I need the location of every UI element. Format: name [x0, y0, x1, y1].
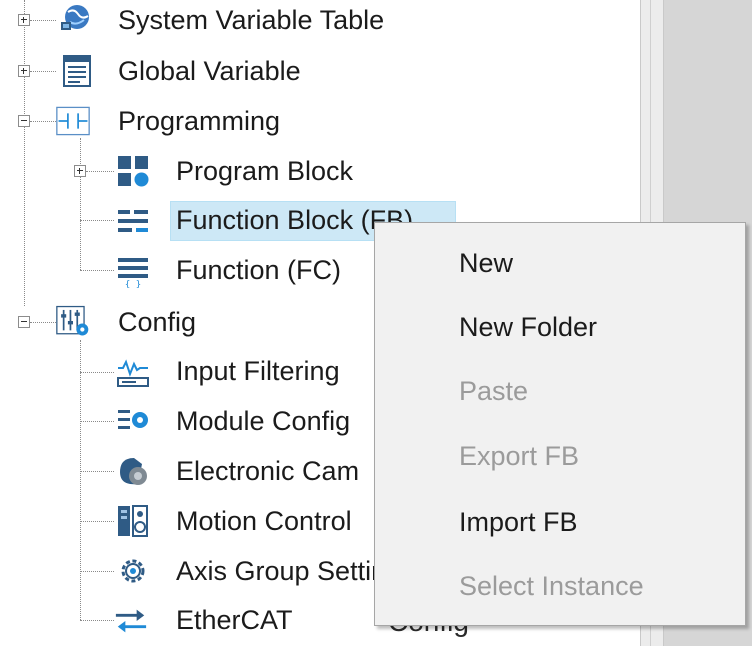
tree-item-label: Config [118, 307, 197, 337]
menu-item-select-instance: Select Instance [459, 571, 644, 601]
tree-item-label: Input Filtering [176, 356, 340, 386]
tree-line [30, 71, 56, 72]
svg-text:{ }: { } [125, 280, 141, 288]
context-menu: New New Folder Paste Export FB Import FB… [374, 222, 746, 626]
tree-line [86, 171, 114, 172]
tree-line [24, 0, 25, 306]
tree-item-label: Programming [118, 106, 281, 136]
tree-item-label: Axis Group Setting [176, 556, 402, 586]
tree-line [30, 322, 56, 323]
tree-line [80, 340, 81, 620]
motion-control-icon [118, 505, 148, 537]
tree-line [80, 138, 81, 270]
axis-group-gear-icon [121, 559, 145, 583]
menu-item-new[interactable]: New [459, 245, 513, 281]
config-sliders-icon [56, 305, 89, 336]
menu-item-new-folder[interactable]: New Folder [459, 309, 597, 345]
tree-item-label: Module Config [176, 406, 351, 436]
tree-line [80, 620, 114, 621]
ladder-contact-icon [56, 106, 90, 136]
expand-toggle[interactable] [18, 14, 30, 26]
tree-item-label: Function (FC) [176, 255, 342, 285]
electronic-cam-icon [120, 458, 147, 485]
expand-toggle[interactable] [18, 65, 30, 77]
tree-line [30, 121, 56, 122]
tree-item-label: Electronic Cam [176, 456, 360, 486]
globe-network-icon [61, 5, 89, 30]
tree-item-label: Motion Control [176, 506, 352, 536]
tree-item-label: Global Variable [118, 56, 301, 86]
program-block-icon [118, 156, 149, 187]
tree-item-label: System Variable Table [118, 5, 385, 35]
variable-table-icon [63, 55, 91, 87]
menu-item-import-fb[interactable]: Import FB [459, 504, 578, 540]
tree-line [80, 521, 114, 522]
module-config-icon [118, 410, 148, 429]
function-block-icon [118, 210, 148, 232]
tree-line [80, 471, 114, 472]
tree-item-label: Program Block [176, 156, 354, 186]
tree-line [80, 220, 114, 221]
expand-toggle[interactable] [74, 165, 86, 177]
input-filter-icon [117, 359, 149, 387]
ethercat-arrows-icon [115, 609, 147, 633]
tree-line [80, 571, 114, 572]
tree-line [80, 421, 114, 422]
tree-line [80, 372, 114, 373]
collapse-toggle[interactable] [18, 115, 30, 127]
tree-line [80, 270, 114, 271]
tree-item-label: EtherCAT [176, 605, 293, 635]
menu-item-export-fb: Export FB [459, 441, 580, 471]
menu-item-paste: Paste [459, 376, 529, 406]
collapse-toggle[interactable] [18, 316, 30, 328]
tree-line [30, 20, 56, 21]
function-icon: { } [118, 258, 148, 288]
